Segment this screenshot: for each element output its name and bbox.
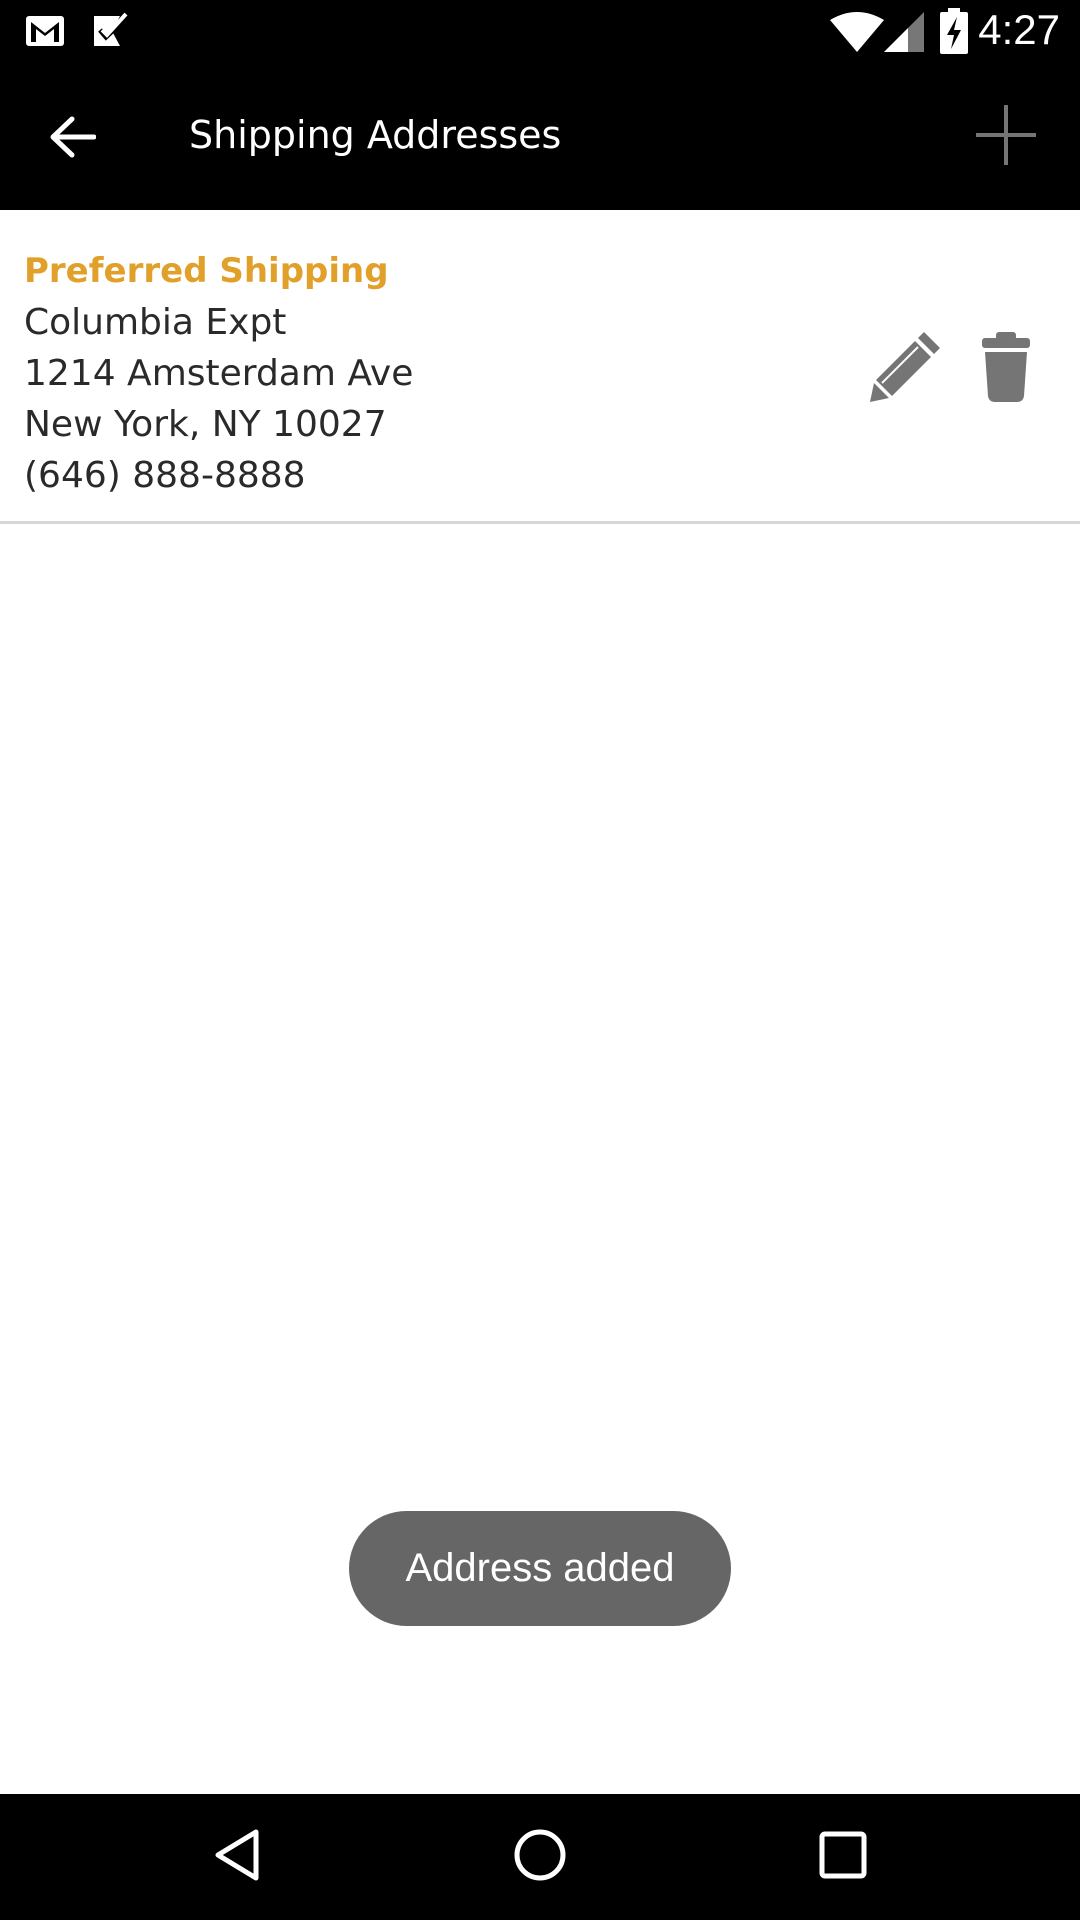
add-address-button[interactable] (968, 99, 1044, 175)
address-phone: (646) 888-8888 (24, 455, 306, 496)
back-button[interactable] (36, 103, 108, 175)
address-name: Columbia Expt (24, 302, 287, 343)
address-list-item[interactable]: Preferred Shipping Columbia Expt 1214 Am… (0, 210, 1080, 524)
battery-charging-icon (940, 8, 968, 58)
wifi-icon (830, 12, 884, 56)
nav-bar (0, 1794, 1080, 1920)
home-circle-icon (512, 1827, 568, 1887)
plus-icon (974, 103, 1038, 171)
address-city-state-zip: New York, NY 10027 (24, 404, 387, 445)
nav-home-button[interactable] (507, 1824, 573, 1890)
delete-address-button[interactable] (978, 328, 1034, 404)
back-triangle-icon (212, 1828, 262, 1886)
toast-message: Address added (349, 1511, 731, 1626)
status-bar: 4:27 (0, 0, 1080, 63)
tasks-check-icon (90, 10, 132, 56)
gmail-icon (24, 10, 66, 56)
edit-address-button[interactable] (868, 328, 944, 404)
nav-back-button[interactable] (204, 1824, 270, 1890)
pencil-icon (868, 332, 944, 408)
status-time: 4:27 (978, 6, 1060, 53)
address-details: Preferred Shipping Columbia Expt 1214 Am… (24, 246, 413, 501)
recents-square-icon (818, 1830, 868, 1884)
arrow-left-icon (48, 115, 97, 163)
address-street: 1214 Amsterdam Ave (24, 353, 414, 394)
nav-recents-button[interactable] (810, 1824, 876, 1890)
page-title: Shipping Addresses (189, 113, 562, 157)
trash-icon (978, 332, 1034, 408)
screen: 4:27 Shipping Addresses Preferred Shippi… (0, 0, 1080, 1920)
app-bar: Shipping Addresses (0, 63, 1080, 210)
signal-icon (884, 12, 924, 56)
preferred-shipping-label: Preferred Shipping (24, 251, 389, 291)
